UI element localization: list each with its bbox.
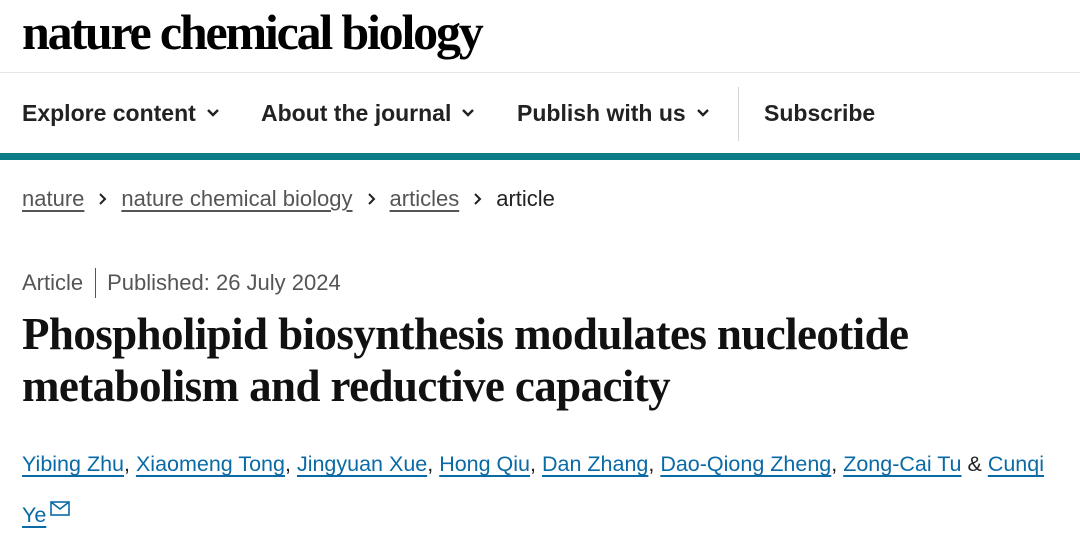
meta-divider — [95, 268, 97, 298]
main-nav: Explore content About the journal Publis… — [0, 73, 1080, 153]
author-list: Yibing Zhu, Xiaomeng Tong, Jingyuan Xue,… — [22, 442, 1072, 538]
author-link[interactable]: Dan Zhang — [542, 452, 648, 476]
nav-publish-with-us[interactable]: Publish with us — [517, 73, 710, 153]
chevron-right-icon — [367, 192, 376, 206]
masthead: nature chemical biology — [0, 0, 1080, 73]
breadcrumb-current: article — [496, 186, 555, 211]
published-date: Published: 26 July 2024 — [107, 270, 341, 295]
nav-publish-with-us-label: Publish with us — [517, 99, 686, 126]
accent-bar — [0, 153, 1080, 160]
author-link[interactable]: Dao-Qiong Zheng — [660, 452, 831, 476]
nav-subscribe-label: Subscribe — [764, 99, 876, 126]
breadcrumb: nature nature chemical biology articles … — [22, 186, 555, 212]
nav-about-the-journal-label: About the journal — [261, 99, 452, 126]
nav-subscribe[interactable]: Subscribe — [764, 73, 875, 153]
author-link[interactable]: Jingyuan Xue — [297, 452, 427, 476]
author-link[interactable]: Yibing Zhu — [22, 452, 124, 476]
chevron-down-icon — [461, 108, 475, 118]
mail-icon[interactable] — [50, 487, 71, 532]
nav-about-the-journal[interactable]: About the journal — [261, 73, 475, 153]
chevron-right-icon — [98, 192, 107, 206]
nav-explore-content-label: Explore content — [22, 99, 196, 126]
author-link[interactable]: Zong-Cai Tu — [843, 452, 961, 476]
nav-divider — [738, 87, 739, 141]
article-type: Article — [22, 270, 84, 295]
nav-explore-content[interactable]: Explore content — [22, 73, 220, 153]
chevron-right-icon — [473, 192, 482, 206]
author-link[interactable]: Xiaomeng Tong — [136, 452, 285, 476]
chevron-down-icon — [696, 108, 710, 118]
breadcrumb-nature[interactable]: nature — [22, 186, 84, 212]
chevron-down-icon — [206, 108, 220, 118]
article-meta: Article Published: 26 July 2024 — [22, 268, 341, 298]
author-link[interactable]: Hong Qiu — [439, 452, 530, 476]
breadcrumb-articles[interactable]: articles — [390, 186, 460, 212]
article-title: Phospholipid biosynthesis modulates nucl… — [22, 309, 909, 411]
breadcrumb-nature-chemical-biology[interactable]: nature chemical biology — [121, 186, 352, 212]
site-logo[interactable]: nature chemical biology — [22, 4, 484, 60]
